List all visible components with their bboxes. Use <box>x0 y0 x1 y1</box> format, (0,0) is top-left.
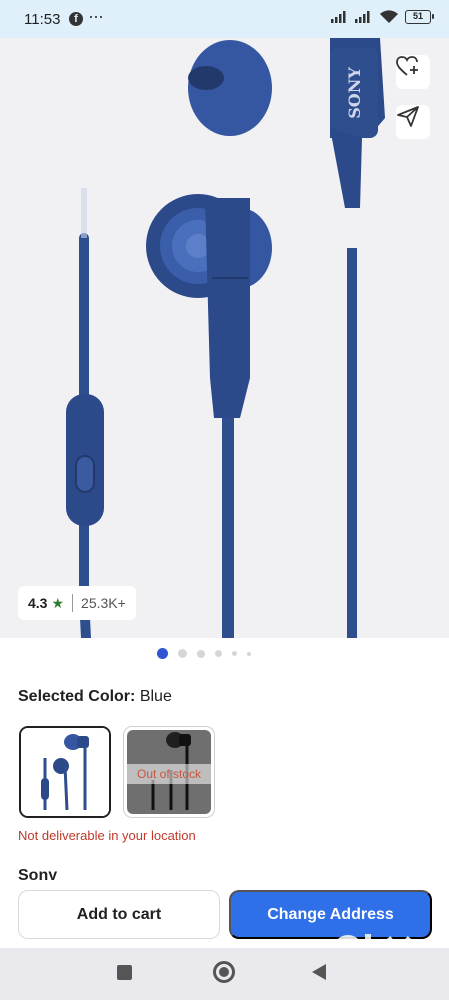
status-bar: 11:53 f ··· 51 <box>0 0 449 38</box>
signal-icon <box>331 11 346 23</box>
selected-color-label: Selected Color: <box>18 688 136 705</box>
color-swatch-blue[interactable] <box>19 726 111 818</box>
carousel-dot-3[interactable] <box>196 649 205 658</box>
selected-color-value: Blue <box>139 688 172 705</box>
back-icon[interactable] <box>312 964 326 980</box>
star-icon: ★ <box>51 594 65 611</box>
facebook-icon: f <box>69 12 83 26</box>
blue-earphones-thumbnail <box>21 728 109 816</box>
carousel-dot-5[interactable] <box>231 651 237 656</box>
status-indicators: 51 <box>331 10 434 24</box>
out-of-stock-label: Out of stock <box>127 764 211 784</box>
heart-add-icon <box>396 56 418 76</box>
earphones-illustration: SONY <box>66 38 385 638</box>
carousel-dot-1[interactable] <box>156 648 168 659</box>
carousel-dot-2[interactable] <box>177 649 187 658</box>
home-icon[interactable] <box>213 961 235 983</box>
status-time: 11:53 <box>24 11 61 28</box>
swatch-thumbnail: Out of stock <box>127 730 211 814</box>
delivery-message: Not deliverable in your location <box>18 828 196 843</box>
rating-chip[interactable]: 4.3 ★ 25.3K+ <box>18 586 136 620</box>
carousel-indicator <box>0 648 449 659</box>
brand-mark: SONY <box>345 67 364 119</box>
battery-icon: 51 <box>405 10 434 24</box>
wishlist-button[interactable] <box>396 55 430 89</box>
selected-color: Selected Color: Blue <box>18 688 172 706</box>
share-button[interactable] <box>396 105 430 139</box>
rating-divider <box>72 594 74 612</box>
system-nav-bar <box>0 948 449 1000</box>
carousel-dot-6[interactable] <box>246 651 251 656</box>
more-dots-icon: ··· <box>88 6 104 26</box>
recents-icon[interactable] <box>117 965 132 980</box>
carousel-dot-4[interactable] <box>214 650 222 657</box>
send-icon <box>397 106 419 127</box>
color-swatch-black[interactable]: Out of stock <box>123 726 215 818</box>
rating-value: 4.3 <box>28 595 48 611</box>
rating-count: 25.3K+ <box>81 595 126 611</box>
wifi-icon <box>380 10 398 23</box>
signal-icon <box>355 11 370 23</box>
add-to-cart-button[interactable]: Add to cart <box>18 890 220 939</box>
product-image[interactable]: SONY 4.3 ★ 25.3K+ <box>0 38 449 638</box>
